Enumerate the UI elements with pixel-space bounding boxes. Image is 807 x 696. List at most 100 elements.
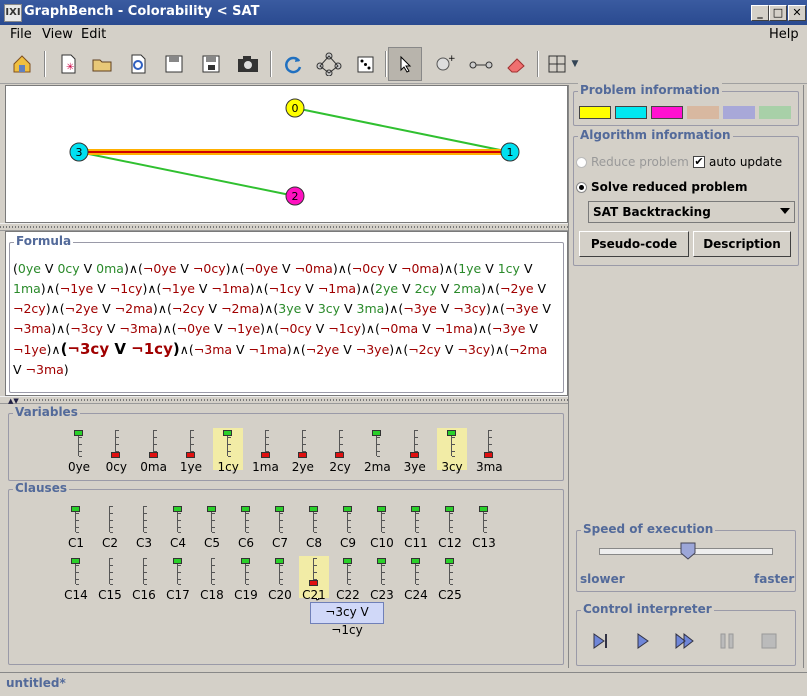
formula-clause: (¬3ye V ¬3cy) <box>398 301 491 316</box>
switch-label: 0ye <box>67 460 91 474</box>
formula-clause: (¬2ye V ¬2ma) <box>59 301 158 316</box>
switch-label: 0ma <box>140 460 167 474</box>
switch-label: 0cy <box>105 460 127 474</box>
switch-label: 2cy <box>329 460 351 474</box>
graph-canvas[interactable]: 0 1 2 3 <box>5 85 568 223</box>
switch-label: 1cy <box>217 460 239 474</box>
new-icon[interactable]: ✳ <box>52 48 84 80</box>
formula-text: (0ye V 0cy V 0ma)∧(¬0ye V ¬0cy)∧(¬0ye V … <box>13 261 551 377</box>
formula-clause: (¬1cy V ¬1ma) <box>263 281 361 296</box>
add-edge-icon[interactable] <box>465 48 497 80</box>
random-icon[interactable] <box>351 48 383 80</box>
formula-clause: (3ye V 3cy V 3ma) <box>273 301 390 316</box>
switch-label: 3ye <box>403 460 426 474</box>
formula-clause: (¬0ye V ¬0cy) <box>138 261 231 276</box>
svg-text:+: + <box>448 54 456 64</box>
clause-tooltip: ¬3cy V ¬1cy <box>310 602 384 637</box>
svg-text:3: 3 <box>76 146 83 159</box>
formula-splitter[interactable]: ▲▼ <box>0 396 568 405</box>
minimize-button[interactable]: _ <box>751 5 769 21</box>
status-bar: untitled* <box>0 672 807 696</box>
home-icon[interactable] <box>6 48 38 80</box>
formula-clause: (¬0ye V ¬1ye) <box>171 321 266 336</box>
formula-clause: (0ye V 0cy V 0ma) <box>13 261 129 276</box>
formula-clause: (¬1ye V ¬1ma) <box>156 281 255 296</box>
fast-forward-icon[interactable] <box>672 628 698 654</box>
speed-slider-thumb[interactable] <box>680 542 696 560</box>
grid-dropdown-icon[interactable]: ▼ <box>568 48 582 80</box>
switch-label: 3cy <box>441 460 463 474</box>
color-swatch <box>615 106 647 119</box>
switch-label: C13 <box>472 536 496 550</box>
reduce-problem-radio[interactable] <box>576 157 587 168</box>
description-button[interactable]: Description <box>693 231 791 257</box>
switch-label: 2ma <box>364 460 391 474</box>
open-icon[interactable] <box>86 48 118 80</box>
formula-clause: (2ye V 2cy V 2ma) <box>370 281 486 296</box>
pseudo-code-button[interactable]: Pseudo-code <box>579 231 689 257</box>
color-swatch <box>579 106 611 119</box>
step-icon[interactable] <box>588 628 614 654</box>
problem-info-title: Problem information <box>578 83 722 97</box>
switch-label: C25 <box>438 588 462 602</box>
formula-clause: (¬1ye V ¬1cy) <box>54 281 148 296</box>
auto-update-label: auto update <box>709 155 783 169</box>
auto-update-checkbox[interactable]: ✔ <box>693 156 705 168</box>
graph-node-1[interactable]: 1 <box>500 142 520 162</box>
pause-icon[interactable] <box>714 628 740 654</box>
solve-reduced-label: Solve reduced problem <box>591 180 748 194</box>
menu-file[interactable]: File <box>10 27 32 42</box>
stop-icon[interactable] <box>756 628 782 654</box>
menu-bar: File View Edit Help <box>0 25 807 45</box>
refresh-icon[interactable] <box>277 48 309 80</box>
algorithm-info-title: Algorithm information <box>578 128 733 142</box>
maximize-button[interactable]: □ <box>769 5 787 21</box>
formula-clause: (¬3cy V ¬3ma) <box>65 321 163 336</box>
color-swatch <box>687 106 719 119</box>
svg-text:1: 1 <box>507 146 514 159</box>
save-as-icon[interactable] <box>195 48 227 80</box>
status-text: untitled* <box>6 676 66 690</box>
formula-clause: (¬2cy V ¬2ma) <box>166 301 265 316</box>
menu-view[interactable]: View <box>42 27 73 42</box>
save-icon[interactable] <box>158 48 190 80</box>
formula-clause: (¬2ye V ¬3ye) <box>300 342 395 357</box>
switch-label: 1ma <box>252 460 279 474</box>
formula-clause: (¬0ye V ¬0ma) <box>239 261 338 276</box>
svg-text:0: 0 <box>292 102 299 115</box>
formula-clause: (¬2cy V ¬3cy) <box>403 342 495 357</box>
formula-clause: (¬3cy V ¬1cy) <box>60 340 180 358</box>
variables-title: Variables <box>13 405 80 419</box>
toolbar: ✳ + ▼ <box>0 45 807 84</box>
menu-help[interactable]: Help <box>769 27 799 42</box>
speed-slower-label: slower <box>580 572 625 586</box>
menu-edit[interactable]: Edit <box>81 27 106 42</box>
graph-node-0[interactable]: 0 <box>285 98 305 118</box>
svg-text:2: 2 <box>292 190 299 203</box>
window-title: GraphBench - Colorability < SAT <box>24 4 260 19</box>
graph-node-2[interactable]: 2 <box>285 186 305 206</box>
switch-label: 3ma <box>475 460 503 474</box>
clauses-title: Clauses <box>13 481 69 495</box>
select-pointer-icon[interactable] <box>388 47 422 81</box>
speed-faster-label: faster <box>754 572 795 586</box>
algorithm-select-value: SAT Backtracking <box>593 205 711 219</box>
play-icon[interactable] <box>630 628 656 654</box>
title-bar: IXI GraphBench - Colorability < SAT _ □ … <box>0 0 807 25</box>
graph-node-3[interactable]: 3 <box>69 142 89 162</box>
formula-clause: (¬0cy V ¬1cy) <box>274 321 366 336</box>
algorithm-select[interactable]: SAT Backtracking <box>588 201 795 223</box>
formula-clause: (¬0cy V ¬0ma) <box>346 261 445 276</box>
eraser-icon[interactable] <box>500 48 532 80</box>
graph-splitter[interactable] <box>0 223 568 231</box>
speed-title: Speed of execution <box>581 522 716 536</box>
reload-icon[interactable] <box>122 48 154 80</box>
formula-title: Formula <box>14 234 74 248</box>
solve-reduced-radio[interactable] <box>576 182 587 193</box>
layout-icon[interactable] <box>313 48 345 80</box>
switch-label: 2ye <box>291 460 314 474</box>
screenshot-icon[interactable] <box>232 48 264 80</box>
close-button[interactable]: ✕ <box>788 5 806 21</box>
formula-clause: (¬3ma V ¬1ma) <box>188 342 292 357</box>
add-node-icon[interactable]: + <box>428 48 460 80</box>
